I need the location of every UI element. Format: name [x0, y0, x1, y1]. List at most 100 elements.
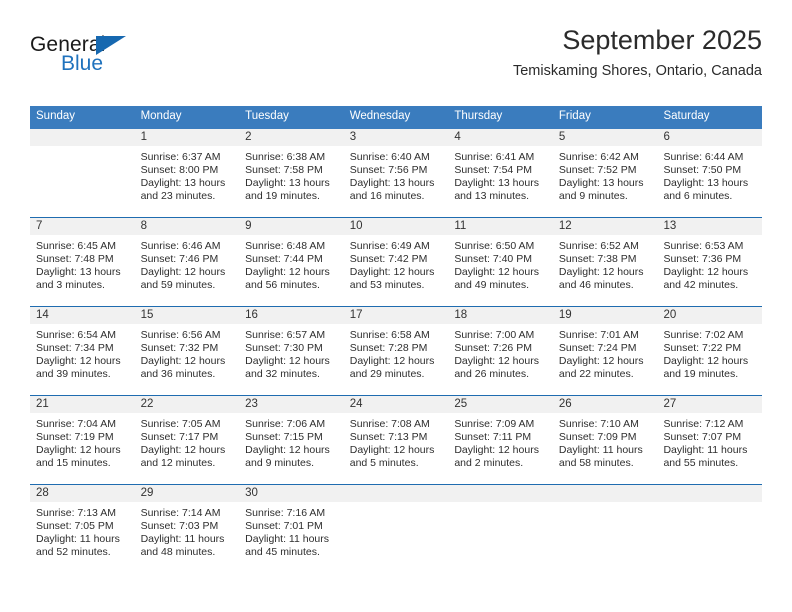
- day-detail-line: Sunset: 7:07 PM: [663, 431, 742, 443]
- day-detail-line: and 16 minutes.: [349, 190, 425, 203]
- day-detail-line: Daylight: 12 hours: [454, 444, 539, 457]
- day-cell-empty: [30, 128, 135, 217]
- day-cell-21[interactable]: 21 Sunrise: 7:04 AM Sunset: 7:19 PM Dayligh…: [30, 395, 135, 484]
- day-cell-30[interactable]: 30 Sunrise: 7:16 AM Sunset: 7:01 PM Dayligh…: [239, 484, 344, 573]
- day-detail-line: Daylight: 13 hours: [558, 177, 644, 190]
- day-number: 3: [343, 128, 449, 146]
- day-cell-empty: [343, 484, 449, 573]
- day-detail-line: Daylight: 12 hours: [140, 355, 226, 368]
- day-details: [30, 146, 135, 217]
- brand-logo[interactable]: General Blue: [30, 34, 190, 90]
- day-detail-line: Sunset: 7:19 PM: [36, 431, 114, 443]
- day-cell-27[interactable]: 27 Sunrise: 7:12 AM Sunset: 7:07 PM Dayligh…: [657, 395, 763, 484]
- day-detail-line: Sunrise: 7:08 AM: [349, 417, 430, 430]
- day-number: 30: [239, 484, 344, 502]
- day-cell-15[interactable]: 15 Sunrise: 6:56 AM Sunset: 7:32 PM Dayligh…: [134, 306, 240, 395]
- day-detail-line: Daylight: 11 hours: [140, 533, 225, 546]
- day-number: 9: [239, 217, 344, 235]
- day-detail-line: Sunset: 7:44 PM: [245, 253, 323, 265]
- day-detail-line: Sunset: 7:01 PM: [245, 520, 323, 532]
- day-number: [657, 484, 763, 502]
- day-detail-line: Daylight: 12 hours: [663, 266, 749, 279]
- day-cell-17[interactable]: 17 Sunrise: 6:58 AM Sunset: 7:28 PM Dayligh…: [343, 306, 449, 395]
- day-details: Sunrise: 6:45 AM Sunset: 7:48 PM Daylight:…: [30, 235, 135, 306]
- day-details: Sunrise: 6:58 AM Sunset: 7:28 PM Daylight:…: [344, 324, 449, 395]
- day-cell-1[interactable]: 1 Sunrise: 6:37 AM Sunset: 8:00 PM Daylight…: [134, 128, 240, 217]
- day-number: 20: [657, 306, 763, 324]
- day-cell-22[interactable]: 22 Sunrise: 7:05 AM Sunset: 7:17 PM Dayligh…: [134, 395, 240, 484]
- day-detail-line: and 9 minutes.: [245, 457, 315, 470]
- day-detail-line: Sunset: 7:09 PM: [558, 431, 637, 443]
- day-cell-18[interactable]: 18 Sunrise: 7:00 AM Sunset: 7:26 PM Dayligh…: [448, 306, 553, 395]
- day-detail-line: Sunset: 8:00 PM: [140, 164, 219, 176]
- day-detail-line: and 36 minutes.: [140, 368, 216, 381]
- day-cell-11[interactable]: 11 Sunrise: 6:50 AM Sunset: 7:40 PM Dayligh…: [448, 217, 553, 306]
- day-detail-line: Sunset: 7:30 PM: [245, 342, 323, 354]
- day-number: 5: [552, 128, 658, 146]
- day-detail-line: and 9 minutes.: [558, 190, 628, 203]
- day-detail-line: Daylight: 13 hours: [245, 177, 330, 190]
- day-cell-13[interactable]: 13 Sunrise: 6:53 AM Sunset: 7:36 PM Dayligh…: [657, 217, 763, 306]
- day-detail-line: Daylight: 12 hours: [36, 355, 121, 368]
- day-cell-9[interactable]: 9 Sunrise: 6:48 AM Sunset: 7:44 PM Daylight…: [239, 217, 344, 306]
- day-detail-line: Sunset: 7:40 PM: [454, 253, 532, 265]
- weekday-header-thursday: Thursday: [454, 110, 503, 122]
- day-cell-28[interactable]: 28 Sunrise: 7:13 AM Sunset: 7:05 PM Dayligh…: [30, 484, 135, 573]
- day-detail-line: Daylight: 12 hours: [454, 266, 539, 279]
- day-cell-4[interactable]: 4 Sunrise: 6:41 AM Sunset: 7:54 PM Daylight…: [448, 128, 553, 217]
- weekday-header-monday: Monday: [140, 110, 182, 122]
- day-detail-line: Sunset: 7:50 PM: [663, 164, 742, 176]
- day-details: Sunrise: 6:54 AM Sunset: 7:34 PM Daylight:…: [30, 324, 135, 395]
- day-detail-line: Daylight: 11 hours: [558, 444, 643, 457]
- day-detail-line: Sunrise: 6:41 AM: [454, 150, 535, 163]
- day-details: Sunrise: 7:04 AM Sunset: 7:19 PM Daylight:…: [30, 413, 135, 484]
- day-detail-line: Sunrise: 7:09 AM: [454, 417, 535, 430]
- day-cell-empty: [448, 484, 553, 573]
- day-details: Sunrise: 6:57 AM Sunset: 7:30 PM Daylight:…: [239, 324, 344, 395]
- day-cell-25[interactable]: 25 Sunrise: 7:09 AM Sunset: 7:11 PM Dayligh…: [448, 395, 553, 484]
- day-cell-20[interactable]: 20 Sunrise: 7:02 AM Sunset: 7:22 PM Dayligh…: [657, 306, 763, 395]
- day-cell-16[interactable]: 16 Sunrise: 6:57 AM Sunset: 7:30 PM Dayligh…: [239, 306, 344, 395]
- day-number: 26: [552, 395, 658, 413]
- day-details: Sunrise: 7:13 AM Sunset: 7:05 PM Daylight:…: [30, 502, 135, 573]
- day-cell-6[interactable]: 6 Sunrise: 6:44 AM Sunset: 7:50 PM Daylight…: [657, 128, 763, 217]
- day-details: Sunrise: 7:01 AM Sunset: 7:24 PM Daylight:…: [553, 324, 658, 395]
- day-details: Sunrise: 7:00 AM Sunset: 7:26 PM Daylight:…: [448, 324, 553, 395]
- day-cell-7[interactable]: 7 Sunrise: 6:45 AM Sunset: 7:48 PM Daylight…: [30, 217, 135, 306]
- day-detail-line: Daylight: 11 hours: [36, 533, 120, 546]
- day-cell-10[interactable]: 10 Sunrise: 6:49 AM Sunset: 7:42 PM Dayligh…: [343, 217, 449, 306]
- day-cell-14[interactable]: 14 Sunrise: 6:54 AM Sunset: 7:34 PM Dayligh…: [30, 306, 135, 395]
- day-detail-line: and 3 minutes.: [36, 279, 105, 292]
- day-details: Sunrise: 6:48 AM Sunset: 7:44 PM Daylight:…: [239, 235, 344, 306]
- day-detail-line: and 13 minutes.: [454, 190, 530, 203]
- day-detail-line: Sunrise: 7:12 AM: [663, 417, 744, 430]
- day-details: Sunrise: 7:06 AM Sunset: 7:15 PM Daylight:…: [239, 413, 344, 484]
- day-detail-line: and 2 minutes.: [454, 457, 524, 470]
- day-cell-8[interactable]: 8 Sunrise: 6:46 AM Sunset: 7:46 PM Daylight…: [134, 217, 240, 306]
- day-number: [343, 484, 449, 502]
- day-detail-line: Sunset: 7:13 PM: [349, 431, 428, 443]
- day-detail-line: and 48 minutes.: [140, 546, 216, 559]
- day-details: Sunrise: 6:53 AM Sunset: 7:36 PM Daylight:…: [657, 235, 762, 306]
- day-detail-line: Sunrise: 6:42 AM: [558, 150, 639, 163]
- day-detail-line: Sunrise: 6:58 AM: [349, 328, 430, 341]
- day-cell-12[interactable]: 12 Sunrise: 6:52 AM Sunset: 7:38 PM Dayligh…: [552, 217, 658, 306]
- day-cell-23[interactable]: 23 Sunrise: 7:06 AM Sunset: 7:15 PM Dayligh…: [239, 395, 344, 484]
- day-details: Sunrise: 6:56 AM Sunset: 7:32 PM Daylight:…: [135, 324, 240, 395]
- day-cell-29[interactable]: 29 Sunrise: 7:14 AM Sunset: 7:03 PM Dayligh…: [134, 484, 240, 573]
- day-cell-19[interactable]: 19 Sunrise: 7:01 AM Sunset: 7:24 PM Dayligh…: [552, 306, 658, 395]
- weekday-header-sunday: Sunday: [36, 110, 76, 122]
- day-detail-line: and 42 minutes.: [663, 279, 739, 292]
- day-cell-5[interactable]: 5 Sunrise: 6:42 AM Sunset: 7:52 PM Daylight…: [552, 128, 658, 217]
- day-cell-2[interactable]: 2 Sunrise: 6:38 AM Sunset: 7:58 PM Daylight…: [239, 128, 344, 217]
- weekday-header-friday: Friday: [558, 110, 591, 122]
- day-cell-24[interactable]: 24 Sunrise: 7:08 AM Sunset: 7:13 PM Dayligh…: [343, 395, 449, 484]
- day-detail-line: Daylight: 12 hours: [558, 355, 644, 368]
- day-details: Sunrise: 6:37 AM Sunset: 8:00 PM Daylight:…: [135, 146, 240, 217]
- day-number: 28: [30, 484, 135, 502]
- day-detail-line: and 26 minutes.: [454, 368, 530, 381]
- day-cell-3[interactable]: 3 Sunrise: 6:40 AM Sunset: 7:56 PM Daylight…: [343, 128, 449, 217]
- day-cell-26[interactable]: 26 Sunrise: 7:10 AM Sunset: 7:09 PM Dayligh…: [552, 395, 658, 484]
- day-number: 24: [343, 395, 449, 413]
- day-number: [448, 484, 553, 502]
